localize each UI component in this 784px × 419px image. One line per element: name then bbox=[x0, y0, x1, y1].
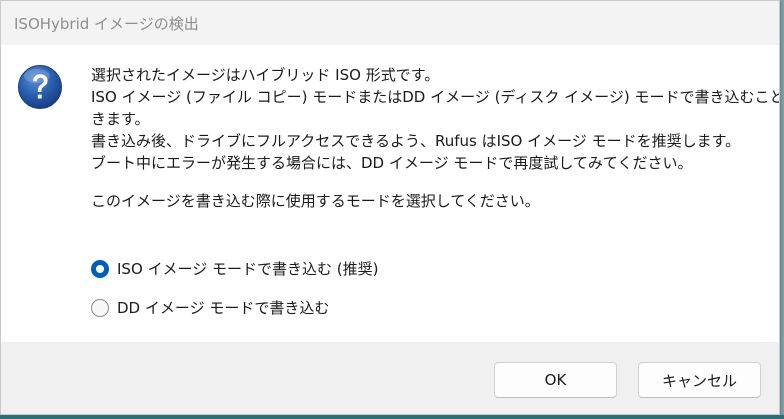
desktop-edge bbox=[0, 415, 784, 419]
message-text: 選択されたイメージはハイブリッド ISO 形式です。 ISO イメージ (ファイ… bbox=[91, 64, 780, 212]
cancel-button[interactable]: キャンセル bbox=[638, 362, 761, 398]
message-line: ブート中にエラーが発生する場合には、DD イメージ モードで再度試してみてくださ… bbox=[91, 154, 693, 172]
dialog-content: 選択されたイメージはハイブリッド ISO 形式です。 ISO イメージ (ファイ… bbox=[1, 45, 779, 342]
window-title: ISOHybrid イメージの検出 bbox=[14, 15, 199, 33]
iso-mode-label[interactable]: ISO イメージ モードで書き込む (推奨) bbox=[117, 259, 378, 279]
ok-button[interactable]: OK bbox=[494, 362, 617, 398]
message-line: 書き込み後、ドライブにフルアクセスできるよう、Rufus はISO イメージ モ… bbox=[91, 132, 741, 150]
dd-mode-label[interactable]: DD イメージ モードで書き込む bbox=[117, 298, 329, 318]
question-icon bbox=[18, 65, 62, 109]
message-line: ISO イメージ (ファイル コピー) モードまたはDD イメージ (ディスク … bbox=[91, 88, 780, 106]
iso-mode-option[interactable]: ISO イメージ モードで書き込む (推奨) bbox=[91, 259, 378, 279]
mode-prompt: このイメージを書き込む際に使用するモードを選択してください。 bbox=[91, 192, 540, 210]
iso-hybrid-dialog: ISOHybrid イメージの検出 選択されたイメージはハイブリッド ISO 形… bbox=[0, 0, 780, 415]
title-bar[interactable]: ISOHybrid イメージの検出 bbox=[1, 1, 779, 45]
message-line: きます。 bbox=[91, 110, 150, 128]
iso-mode-radio[interactable] bbox=[91, 260, 109, 278]
dd-mode-radio[interactable] bbox=[91, 299, 109, 317]
dd-mode-option[interactable]: DD イメージ モードで書き込む bbox=[91, 298, 329, 318]
button-bar: OK キャンセル bbox=[1, 342, 779, 414]
message-line: 選択されたイメージはハイブリッド ISO 形式です。 bbox=[91, 66, 440, 84]
